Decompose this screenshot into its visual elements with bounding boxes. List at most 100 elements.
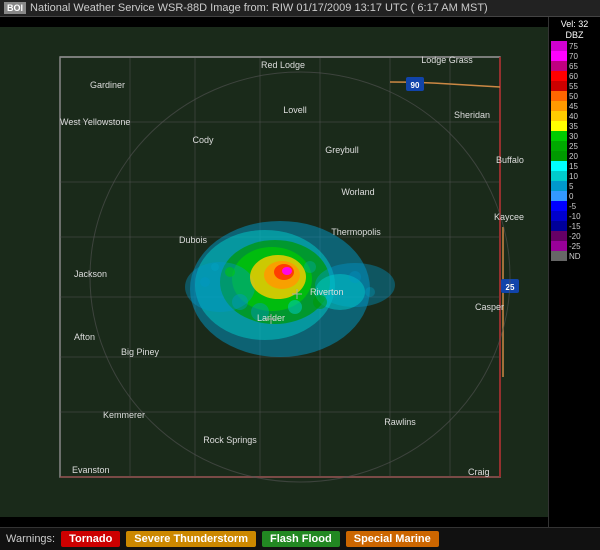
- legend-title: Vel: 32: [551, 19, 598, 29]
- legend-value-label: 45: [569, 102, 578, 111]
- legend-color-box: [551, 101, 567, 111]
- legend-color-box: [551, 211, 567, 221]
- legend-value-label: 35: [569, 122, 578, 131]
- legend-value-label: 70: [569, 52, 578, 61]
- legend: Vel: 32 DBZ 7570656055504540353025201510…: [548, 17, 600, 527]
- svg-text:Gardiner: Gardiner: [90, 80, 125, 90]
- svg-text:Rock Springs: Rock Springs: [203, 435, 257, 445]
- legend-color-box: [551, 61, 567, 71]
- svg-text:Worland: Worland: [341, 187, 374, 197]
- app: BOI National Weather Service WSR-88D Ima…: [0, 0, 600, 550]
- legend-value-label: 20: [569, 152, 578, 161]
- legend-value-label: 30: [569, 132, 578, 141]
- legend-scale: 757065605550454035302520151050-5-10-15-2…: [551, 41, 598, 261]
- legend-color-box: [551, 121, 567, 131]
- legend-value-label: -10: [569, 212, 581, 221]
- legend-row: -25: [551, 241, 598, 251]
- warning-tornado[interactable]: Tornado: [61, 531, 120, 547]
- legend-color-box: [551, 191, 567, 201]
- legend-row: 25: [551, 141, 598, 151]
- map-svg: 90 25: [0, 17, 548, 527]
- legend-color-box: [551, 71, 567, 81]
- legend-color-box: [551, 221, 567, 231]
- legend-value-label: 0: [569, 192, 573, 201]
- legend-color-box: [551, 241, 567, 251]
- warning-severe-thunderstorm[interactable]: Severe Thunderstorm: [126, 531, 256, 547]
- legend-value-label: 25: [569, 142, 578, 151]
- legend-value-label: 75: [569, 42, 578, 51]
- legend-color-box: [551, 171, 567, 181]
- svg-text:Greybull: Greybull: [325, 145, 359, 155]
- svg-text:Rawlins: Rawlins: [384, 417, 416, 427]
- legend-dbz-label: DBZ: [551, 30, 598, 40]
- legend-row: 45: [551, 101, 598, 111]
- legend-color-box: [551, 81, 567, 91]
- legend-row: -5: [551, 201, 598, 211]
- svg-text:Big Piney: Big Piney: [121, 347, 160, 357]
- legend-row: 55: [551, 81, 598, 91]
- legend-row: 40: [551, 111, 598, 121]
- svg-text:Lovell: Lovell: [283, 105, 307, 115]
- legend-color-box: [551, 181, 567, 191]
- svg-text:West Yellowstone: West Yellowstone: [60, 117, 130, 127]
- header-logo: BOI: [4, 2, 26, 14]
- legend-color-box: [551, 161, 567, 171]
- radar-map: 90 25: [0, 17, 548, 527]
- legend-value-label: 55: [569, 82, 578, 91]
- legend-color-box: [551, 151, 567, 161]
- legend-row: 35: [551, 121, 598, 131]
- legend-row: 50: [551, 91, 598, 101]
- legend-color-box: [551, 231, 567, 241]
- legend-row: 30: [551, 131, 598, 141]
- legend-row: 70: [551, 51, 598, 61]
- legend-value-label: 65: [569, 62, 578, 71]
- svg-text:Dubois: Dubois: [179, 235, 208, 245]
- svg-text:Lodge Grass: Lodge Grass: [421, 55, 473, 65]
- warnings-label: Warnings:: [6, 533, 55, 545]
- main-content: 90 25: [0, 17, 600, 527]
- legend-value-label: -25: [569, 242, 581, 251]
- legend-color-box: [551, 91, 567, 101]
- legend-row: -20: [551, 231, 598, 241]
- svg-text:Afton: Afton: [74, 332, 95, 342]
- legend-row: ND: [551, 251, 598, 261]
- legend-color-box: [551, 141, 567, 151]
- header: BOI National Weather Service WSR-88D Ima…: [0, 0, 600, 17]
- footer: Warnings: Tornado Severe Thunderstorm Fl…: [0, 527, 600, 550]
- svg-text:Kaycee: Kaycee: [494, 212, 524, 222]
- legend-value-label: 15: [569, 162, 578, 171]
- legend-value-label: 10: [569, 172, 578, 181]
- legend-row: 65: [551, 61, 598, 71]
- legend-color-box: [551, 251, 567, 261]
- legend-row: -15: [551, 221, 598, 231]
- warning-special-marine[interactable]: Special Marine: [346, 531, 439, 547]
- legend-value-label: 40: [569, 112, 578, 121]
- legend-color-box: [551, 111, 567, 121]
- legend-color-box: [551, 131, 567, 141]
- legend-value-label: 50: [569, 92, 578, 101]
- svg-text:Evanston: Evanston: [72, 465, 110, 475]
- legend-color-box: [551, 41, 567, 51]
- svg-text:Sheridan: Sheridan: [454, 110, 490, 120]
- svg-text:Riverton: Riverton: [310, 287, 344, 297]
- svg-text:Craig: Craig: [468, 467, 490, 477]
- legend-row: 60: [551, 71, 598, 81]
- legend-value-label: 60: [569, 72, 578, 81]
- svg-text:Kemmerer: Kemmerer: [103, 410, 145, 420]
- legend-color-box: [551, 51, 567, 61]
- svg-text:Cody: Cody: [192, 135, 214, 145]
- warning-flash-flood[interactable]: Flash Flood: [262, 531, 340, 547]
- svg-text:Casper: Casper: [475, 302, 504, 312]
- legend-value-label: -15: [569, 222, 581, 231]
- svg-text:Thermopolis: Thermopolis: [331, 227, 381, 237]
- legend-row: 20: [551, 151, 598, 161]
- svg-text:Red Lodge: Red Lodge: [261, 60, 305, 70]
- legend-value-label: 5: [569, 182, 573, 191]
- legend-color-box: [551, 201, 567, 211]
- svg-text:90: 90: [411, 81, 420, 90]
- legend-vel: Vel: 32: [561, 19, 589, 29]
- svg-text:Jackson: Jackson: [74, 269, 107, 279]
- legend-row: 15: [551, 161, 598, 171]
- svg-text:Buffalo: Buffalo: [496, 155, 524, 165]
- legend-row: 10: [551, 171, 598, 181]
